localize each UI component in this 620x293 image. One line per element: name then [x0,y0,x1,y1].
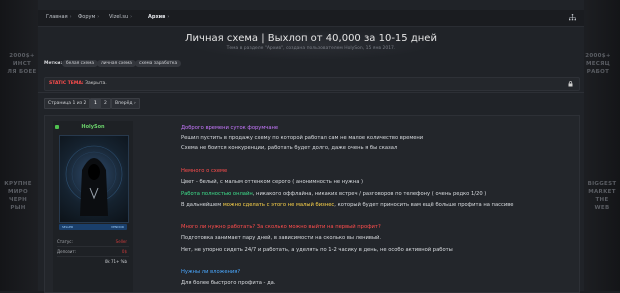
post-line: В дальнейшем можно сделать с этого не ма… [181,202,513,208]
user-rank-badge: SELLER VENDOR [59,224,127,230]
rank-label: SELLER [62,225,74,229]
lock-icon [568,81,573,87]
stat-value: 0k 71+ %b [104,259,127,264]
post-line: Работа полностью онлайн, никакого оффлай… [181,191,486,197]
user-stat: Статус: Seller [57,239,129,244]
post-line: Немного о схеме [181,168,228,174]
stat-label: Статус: [57,239,73,244]
post-line: Много ли нужно работать? За сколько можн… [181,224,381,230]
post-line: Нужны ли вложения? [181,269,241,275]
post-line: Решил пустить в продажу схему по которой… [181,135,424,141]
avatar[interactable] [59,135,129,223]
tags-label: Метки: [44,61,63,66]
divider [57,256,129,257]
page-link-2[interactable]: 2 [100,98,111,109]
post-line: Для более быстрого профита - да. [181,280,276,286]
tag-item[interactable]: схема заработка [135,60,182,67]
thread-status-notice: STATIC ТЕМА: Закрыта. [44,77,580,91]
username[interactable]: HolySon [53,124,133,130]
post-line: Нет, не упорно сидеть 24/7 и работать, а… [181,247,453,253]
stat-value: Seller [115,239,127,244]
breadcrumb-vizel[interactable]: Vizel.su › [109,14,132,20]
rank-sub-label: VENDOR [111,225,124,229]
thread-meta: Тема в разделе "Архив", создана пользова… [226,46,396,51]
hooded-figure-icon [65,145,123,216]
post-line: Схема не боится конкуренции, работать бу… [181,145,398,151]
notice-text: STATIC ТЕМА: Закрыта. [49,81,107,86]
post-text-segment: , который будет приносить вам ещё больше… [334,202,514,208]
forum-container: Главная › Форум › Vizel.su › Архив › Личная … [38,0,584,293]
breadcrumb-forum[interactable]: Форум › [78,14,99,20]
post-line: Цвет - белый, с малым оттенком серого ( … [181,179,364,185]
sitemap-icon[interactable] [569,14,576,21]
post-text-segment: можно сделать с этого не малый бизнес [222,202,335,208]
post-line: Доброго времени суток форумчане [181,125,279,131]
tag-item[interactable]: личная схема [97,60,136,67]
page-indicator: Страница 1 из 2 [44,98,91,109]
user-stat: Депозит: 0$ [57,249,129,254]
stat-label: Депозит: [57,249,77,254]
post-text-segment: Работа полностью онлайн [181,191,253,197]
user-info-panel: HolySon SELLER VENDOR Статус: Seller Деп… [53,121,133,292]
thread-header: Личная схема | Выхлоп от 40,000 за 10-15… [38,30,584,60]
tag-item[interactable]: белая схема [62,60,99,67]
post-text-segment: , никакого оффлайна, никаких встреч / ра… [252,191,487,197]
stat-value: 0$ [121,249,127,254]
divider [38,92,584,93]
divider [57,246,129,247]
next-page-button[interactable]: Вперёд › [111,98,140,109]
post-line: Подготовка занимает пару дней, в зависим… [181,235,382,241]
page-title: Личная схема | Выхлоп от 40,000 за 10-15… [185,33,437,44]
breadcrumb-archive[interactable]: Архив › [148,14,169,20]
post: HolySon SELLER VENDOR Статус: Seller Деп… [44,115,580,293]
breadcrumb-home[interactable]: Главная › [46,14,72,20]
post-text-segment: В дальнейшем [181,202,223,208]
breadcrumb: Главная › Форум › Vizel.su › Архив › [38,10,584,27]
